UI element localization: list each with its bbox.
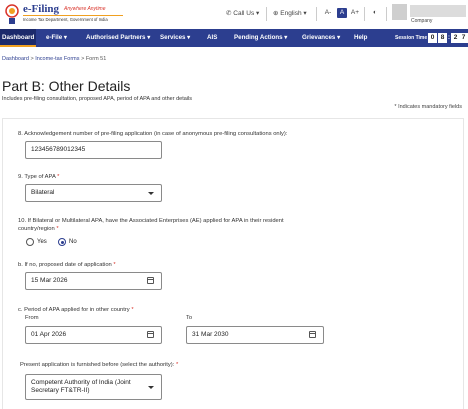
q9-label: 9. Type of APA * (18, 174, 60, 180)
breadcrumb-current: Form 51 (85, 56, 107, 62)
nav-ais[interactable]: AIS (207, 29, 217, 47)
q10-label: 10. If Bilateral or Multilateral APA, ha… (18, 218, 284, 232)
session-time-digit: 7 (459, 33, 468, 43)
session-time-label: Session Time (395, 35, 428, 41)
font-decrease-button[interactable]: A- (323, 8, 333, 18)
nav-authorised-partners[interactable]: Authorised Partners ▾ (86, 29, 150, 47)
from-label: From (25, 315, 39, 321)
logo-tagline: Anywhere Anytime (64, 6, 106, 12)
mandatory-note: * Indicates mandatory fields (394, 104, 462, 110)
session-time-digit: 8 (438, 33, 447, 43)
nav-grievances[interactable]: Grievances ▾ (302, 29, 340, 47)
nav-help[interactable]: Help (354, 29, 367, 47)
form-card: 8. Acknowledgement number of pre-filing … (2, 118, 464, 409)
avatar[interactable] (392, 4, 407, 20)
proposed-date-label: b. If no, proposed date of application * (18, 262, 116, 268)
period-label: c. Period of APA applied for in other co… (18, 307, 134, 313)
top-header: e-Filing Anywhere Anytime Income Tax Dep… (0, 0, 468, 29)
company-name-placeholder (410, 5, 466, 17)
page-subtitle: Includes pre-filing consultation, propos… (2, 96, 192, 102)
q10-yes-label: Yes (37, 239, 47, 245)
calendar-icon[interactable] (147, 331, 154, 338)
phone-icon: ✆ (226, 10, 232, 17)
nav-efile[interactable]: e-File ▾ (46, 29, 67, 47)
acknowledgement-number-input[interactable]: 123456789012345 (25, 141, 162, 159)
logo-subtitle: Income Tax Department, Government of Ind… (23, 17, 108, 22)
q10-no-radio[interactable] (58, 238, 66, 246)
contrast-toggle-icon[interactable]: ◐ (370, 8, 380, 18)
efiling-logo[interactable]: e-Filing Anywhere Anytime Income Tax Dep… (4, 3, 124, 25)
q8-label: 8. Acknowledgement number of pre-filing … (18, 131, 288, 137)
q10-no-label: No (69, 239, 77, 245)
q10-yes-radio[interactable] (26, 238, 34, 246)
globe-icon: ⊕ (273, 10, 279, 17)
font-normal-button[interactable]: A (337, 8, 347, 18)
page-title: Part B: Other Details (2, 78, 131, 94)
emblem-icon (5, 4, 19, 24)
language-select[interactable]: ⊕ English ▾ (273, 9, 307, 17)
nav-dashboard[interactable]: Dashboard (0, 29, 37, 47)
main-nav: Dashboard e-File ▾ Authorised Partners ▾… (0, 29, 468, 47)
header-divider (266, 7, 267, 21)
header-divider (364, 7, 365, 21)
apa-type-select[interactable]: Bilateral (25, 184, 162, 202)
breadcrumb-income-tax-forms[interactable]: Income-tax Forms (35, 56, 79, 62)
company-label: Company (411, 18, 433, 24)
period-to-input[interactable]: 31 Mar 2030 (186, 326, 324, 344)
authority-label: Present application is furnished before … (20, 362, 179, 368)
period-from-input[interactable]: 01 Apr 2026 (25, 326, 162, 344)
proposed-date-input[interactable]: 15 Mar 2026 (25, 272, 162, 290)
chevron-down-icon (148, 386, 154, 389)
chevron-down-icon (148, 192, 154, 195)
breadcrumb: Dashboard > Income-tax Forms > Form 51 (2, 56, 107, 62)
calendar-icon[interactable] (309, 331, 316, 338)
call-us-link[interactable]: ✆ Call Us ▾ (226, 9, 259, 17)
calendar-icon[interactable] (147, 277, 154, 284)
breadcrumb-dashboard[interactable]: Dashboard (2, 56, 29, 62)
logo-title: e-Filing (23, 3, 60, 15)
font-increase-button[interactable]: A+ (350, 8, 360, 18)
nav-pending-actions[interactable]: Pending Actions ▾ (234, 29, 287, 47)
logo-divider (23, 15, 123, 16)
authority-select[interactable]: Competent Authority of India (Joint Secr… (25, 374, 162, 400)
to-label: To (186, 315, 193, 321)
session-time-digit: 0 (428, 33, 437, 43)
nav-services[interactable]: Services ▾ (160, 29, 190, 47)
header-divider (386, 7, 387, 21)
header-divider (316, 7, 317, 21)
